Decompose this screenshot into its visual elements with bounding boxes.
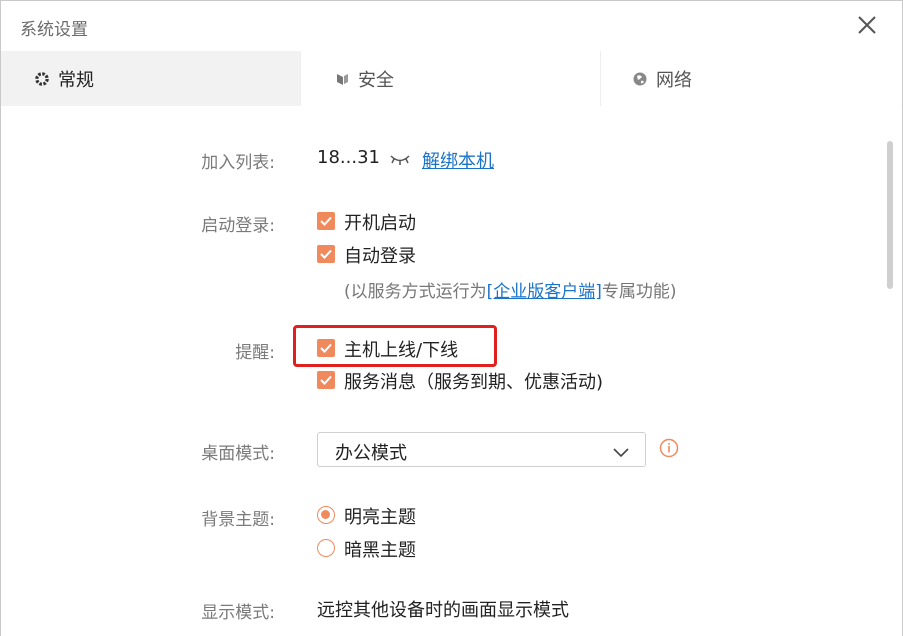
tab-security[interactable]: 安全 [301, 51, 601, 106]
auto-login-label[interactable]: 自动登录 [344, 242, 416, 268]
enterprise-client-link[interactable]: [企业版客户端] [487, 282, 602, 302]
auto-login-checkbox[interactable] [317, 245, 335, 263]
globe-icon [632, 71, 648, 87]
auto-start-checkbox[interactable] [317, 212, 335, 230]
window-title: 系统设置 [20, 20, 88, 40]
eye-closed-icon[interactable] [389, 152, 411, 171]
host-online-label[interactable]: 主机上线/下线 [344, 336, 458, 362]
tab-network-label: 网络 [656, 69, 692, 91]
desktop-mode-select[interactable]: 办公模式 [317, 432, 646, 467]
unbind-link[interactable]: 解绑本机 [422, 147, 494, 173]
check-icon [320, 375, 332, 385]
service-mode-note-suffix: 专属功能) [601, 282, 677, 302]
theme-label: 背景主题: [201, 510, 275, 530]
check-icon [320, 216, 332, 226]
chevron-down-icon [613, 443, 629, 462]
check-icon [320, 343, 332, 353]
close-button[interactable] [853, 11, 881, 39]
tab-general-label: 常规 [58, 69, 94, 91]
display-mode-desc: 远控其他设备时的画面显示模式 [317, 600, 569, 621]
tab-bar: 常规 安全 网络 [1, 51, 902, 106]
tab-general[interactable]: 常规 [1, 51, 301, 106]
dark-theme-label[interactable]: 暗黑主题 [344, 536, 416, 562]
service-mode-note-prefix: (以服务方式运行为 [344, 282, 487, 302]
service-mode-note: (以服务方式运行为[企业版客户端]专属功能) [344, 277, 677, 302]
light-theme-label[interactable]: 明亮主题 [344, 503, 416, 529]
settings-window: 系统设置 常规 安全 网络 加入列表: 18...31 解绑本机 启动登录: 开… [0, 0, 903, 636]
desktop-mode-value: 办公模式 [335, 443, 407, 464]
desktop-mode-label: 桌面模式: [201, 444, 275, 464]
host-online-checkbox[interactable] [317, 339, 335, 357]
reminder-label: 提醒: [235, 343, 275, 363]
shield-icon [334, 71, 350, 87]
check-icon [320, 249, 332, 259]
startup-label: 启动登录: [201, 216, 275, 236]
tab-security-label: 安全 [358, 69, 394, 91]
service-message-label[interactable]: 服务消息（服务到期、优惠活动) [344, 368, 603, 394]
auto-start-label[interactable]: 开机启动 [344, 209, 416, 235]
light-theme-radio[interactable] [317, 506, 335, 524]
close-icon [858, 16, 876, 34]
join-list-value: 18...31 [317, 147, 380, 168]
join-list-label: 加入列表: [201, 153, 275, 173]
title-bar: 系统设置 [1, 1, 902, 51]
gear-icon [34, 71, 50, 87]
info-icon[interactable] [659, 438, 679, 458]
tab-network[interactable]: 网络 [601, 51, 901, 106]
scrollbar[interactable] [887, 141, 893, 289]
dark-theme-radio[interactable] [317, 539, 335, 557]
display-mode-label: 显示模式: [201, 603, 275, 623]
service-message-checkbox[interactable] [317, 371, 335, 389]
